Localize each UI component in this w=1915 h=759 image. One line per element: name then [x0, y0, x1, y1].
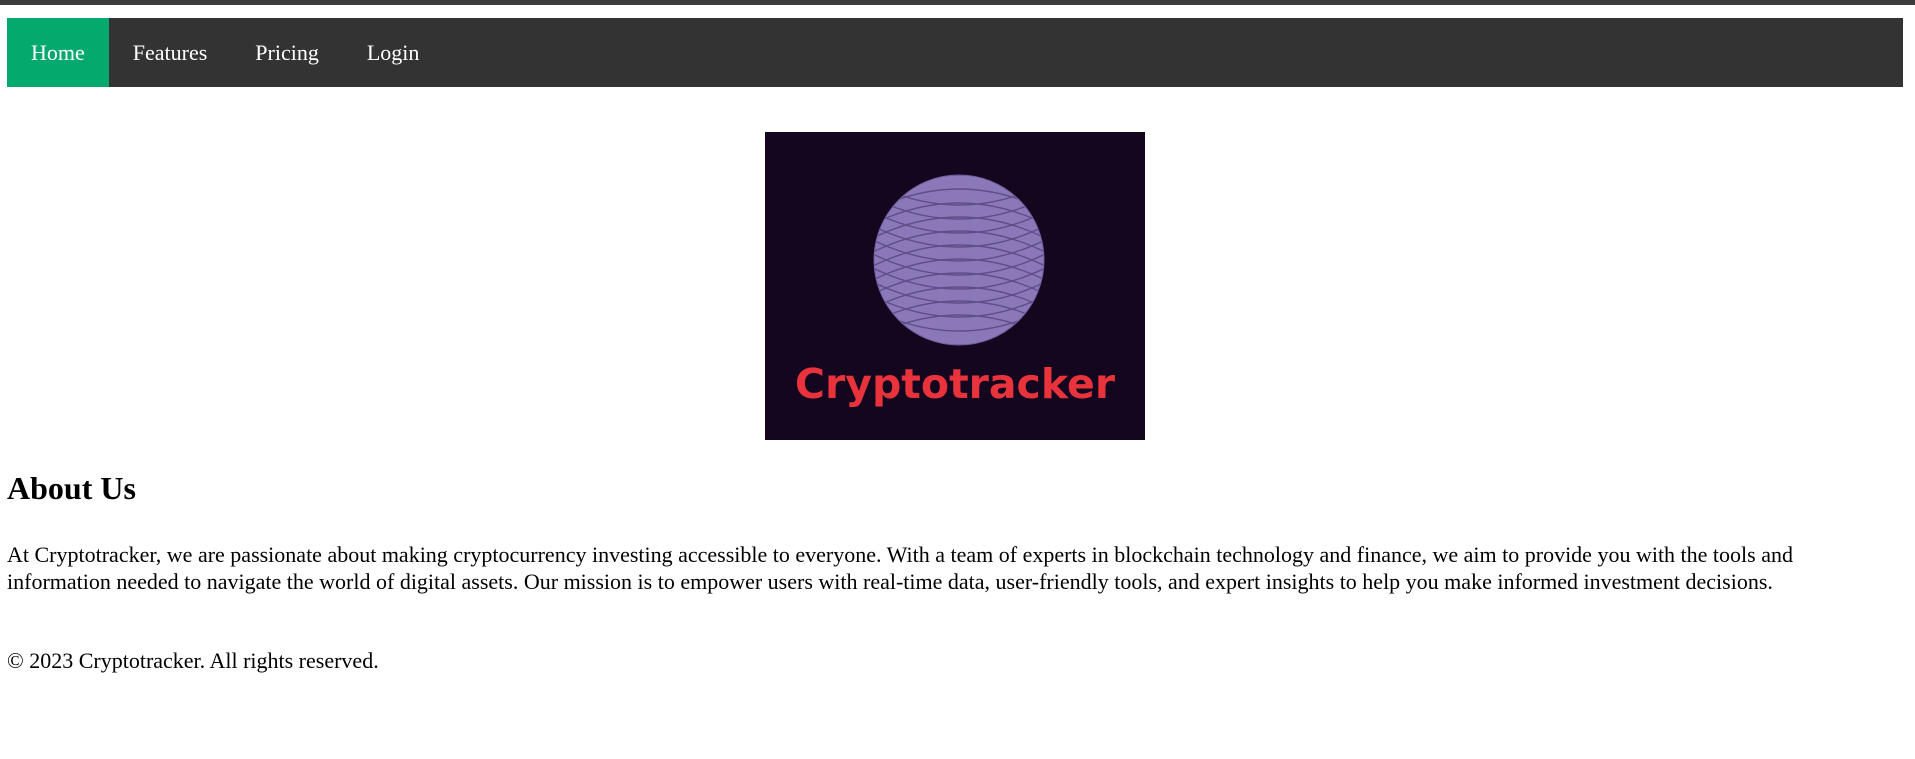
nav-link-pricing[interactable]: Pricing: [231, 18, 343, 87]
about-us-heading: About Us: [7, 470, 136, 506]
about-us-paragraph: At Cryptotracker, we are passionate abou…: [7, 542, 1793, 594]
top-navbar: Home Features Pricing Login: [7, 18, 1903, 87]
nav-link-login[interactable]: Login: [343, 18, 444, 87]
nav-link-features[interactable]: Features: [109, 18, 232, 87]
cryptotracker-logo: Cryptotracker: [765, 132, 1145, 440]
browser-top-strip: [0, 0, 1915, 5]
logo-wordmark: Cryptotracker: [794, 360, 1116, 408]
copyright-footer: © 2023 Cryptotracker. All rights reserve…: [7, 648, 379, 673]
nav-link-home[interactable]: Home: [7, 18, 109, 87]
